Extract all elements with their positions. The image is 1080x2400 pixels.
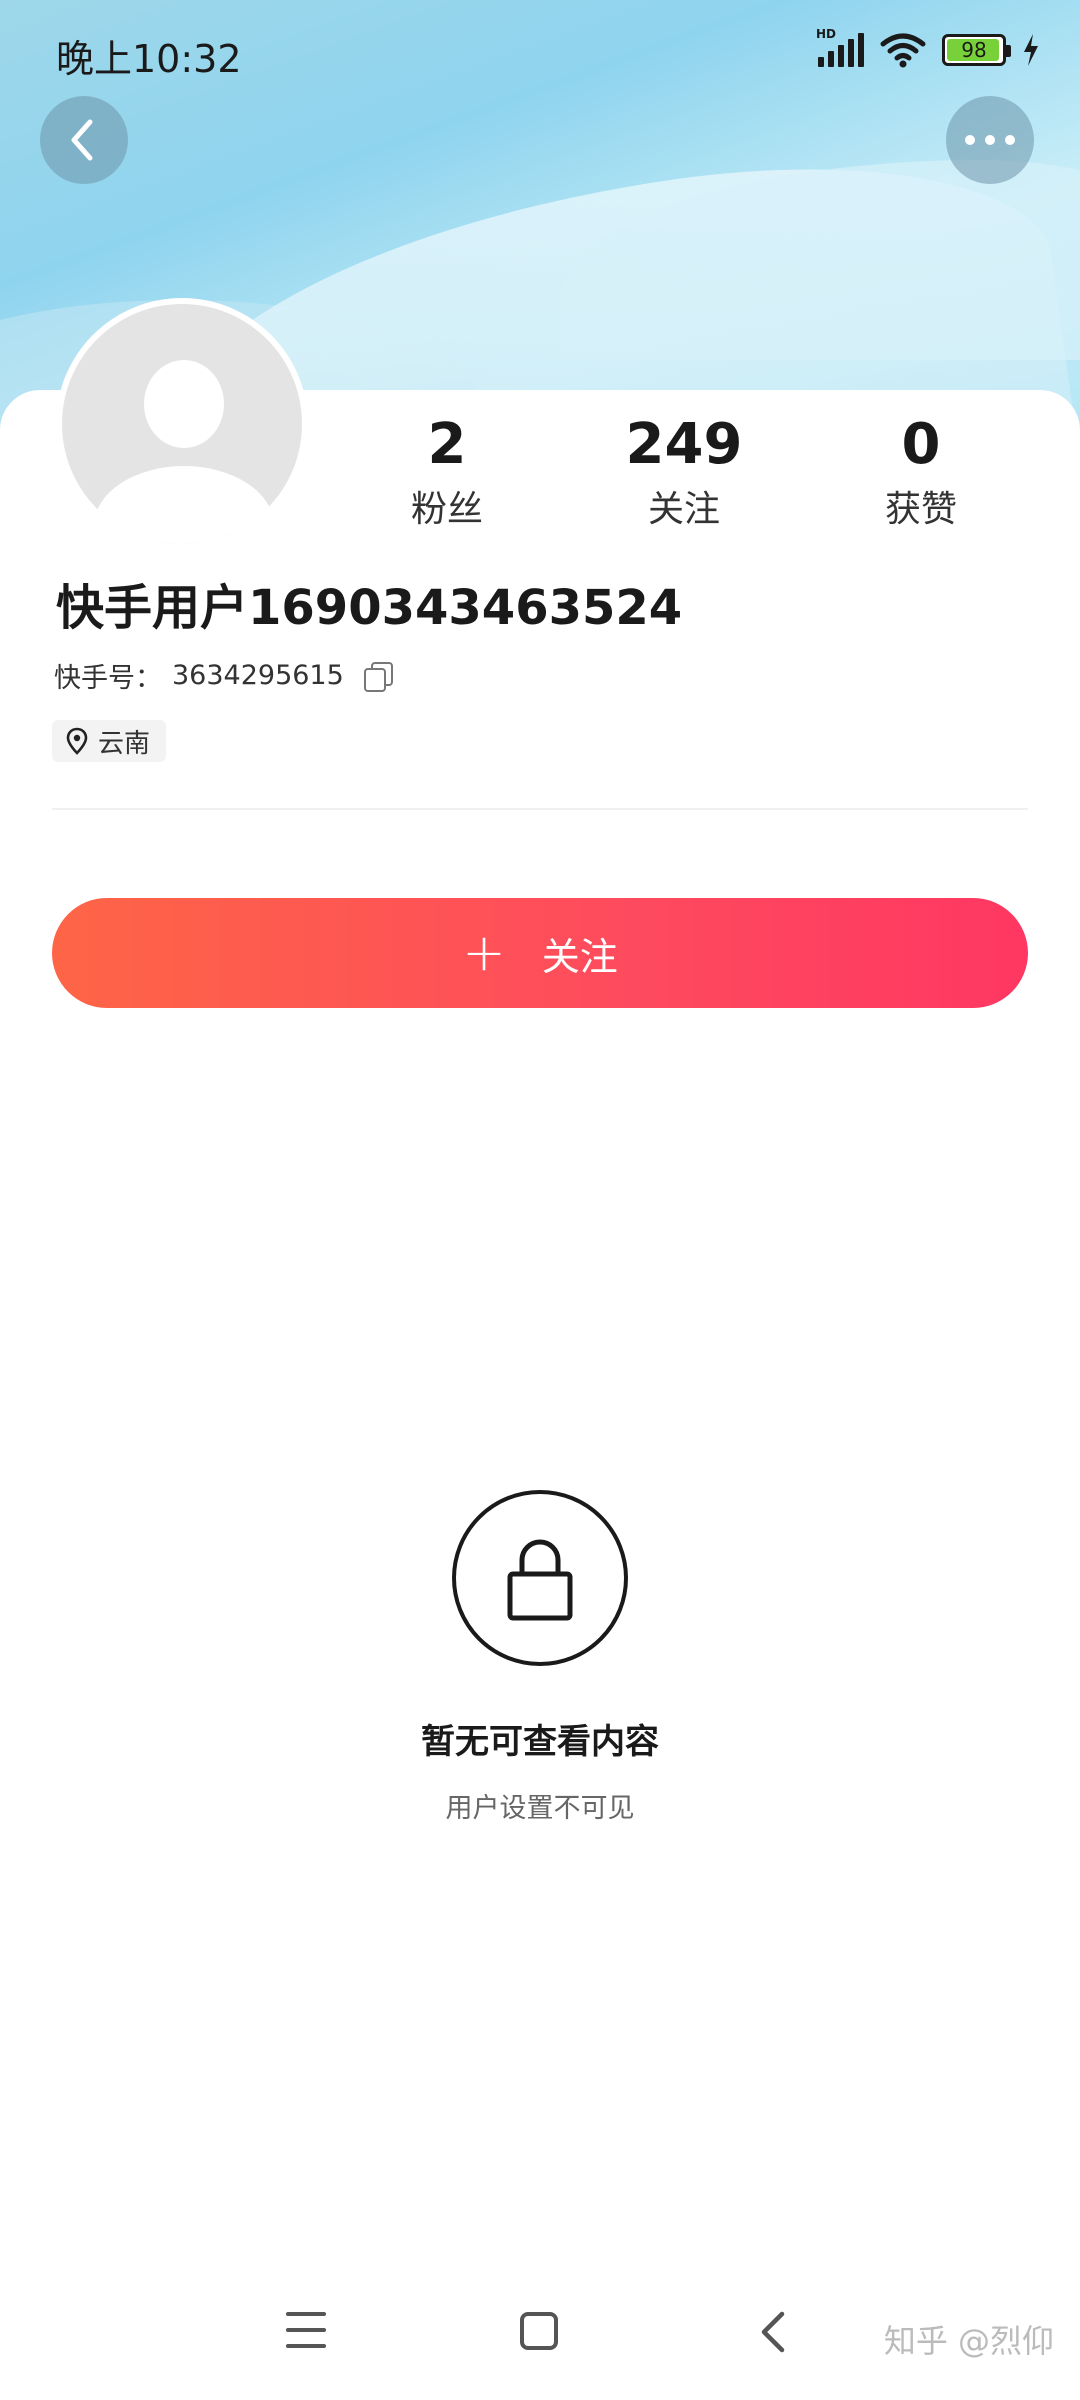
menu-icon[interactable] bbox=[286, 2312, 326, 2350]
empty-state-title: 暂无可查看内容 bbox=[421, 1722, 659, 1762]
stat-fans-label: 粉丝 bbox=[410, 489, 483, 530]
user-id-label: 快手号： bbox=[54, 663, 162, 694]
stat-likes-label: 获赞 bbox=[884, 489, 957, 530]
copy-icon[interactable] bbox=[363, 661, 393, 692]
home-icon[interactable] bbox=[520, 2312, 558, 2350]
empty-state-subtitle: 用户设置不可见 bbox=[445, 1793, 635, 1824]
status-bar: 晚上10:32 HD 98 bbox=[0, 0, 1080, 100]
signal-icon: HD bbox=[816, 27, 864, 67]
stat-likes[interactable]: 0 获赞 bbox=[821, 410, 1021, 532]
wifi-icon bbox=[880, 33, 926, 68]
stat-following[interactable]: 249 关注 bbox=[584, 410, 784, 532]
more-dots-icon bbox=[965, 135, 1015, 145]
battery-icon: 98 bbox=[942, 34, 1011, 66]
follow-button[interactable]: + 关注 bbox=[52, 898, 1028, 1008]
location-pin-icon bbox=[66, 727, 88, 755]
stat-following-label: 关注 bbox=[647, 489, 720, 530]
chevron-left-icon bbox=[71, 119, 93, 161]
location-text: 云南 bbox=[98, 728, 151, 759]
divider bbox=[52, 808, 1028, 810]
stat-following-value: 249 bbox=[625, 412, 743, 477]
stat-fans[interactable]: 2 粉丝 bbox=[347, 410, 547, 532]
location-tag: 云南 bbox=[52, 720, 167, 762]
follow-button-label: 关注 bbox=[541, 934, 618, 979]
battery-level: 98 bbox=[961, 38, 987, 62]
network-type: HD bbox=[816, 27, 837, 41]
watermark: 知乎 @烈仰 bbox=[883, 2322, 1054, 2360]
lock-icon bbox=[452, 1490, 628, 1666]
avatar[interactable] bbox=[56, 298, 308, 550]
more-button[interactable] bbox=[946, 96, 1034, 184]
profile-page: 晚上10:32 HD 98 2 粉丝 249 关注 0 获赞 快手用户16903… bbox=[0, 0, 1080, 2400]
back-button[interactable] bbox=[40, 96, 128, 184]
stat-fans-value: 2 bbox=[427, 412, 467, 477]
charging-icon bbox=[1024, 34, 1038, 66]
user-id-row: 快手号： 3634295615 bbox=[54, 656, 393, 695]
user-id-value: 3634295615 bbox=[172, 660, 344, 691]
status-time: 晚上10:32 bbox=[56, 37, 242, 81]
stat-likes-value: 0 bbox=[901, 412, 941, 477]
plus-icon: + bbox=[462, 923, 506, 983]
back-nav-icon[interactable] bbox=[752, 2308, 796, 2356]
username: 快手用户1690343463524 bbox=[56, 580, 683, 636]
